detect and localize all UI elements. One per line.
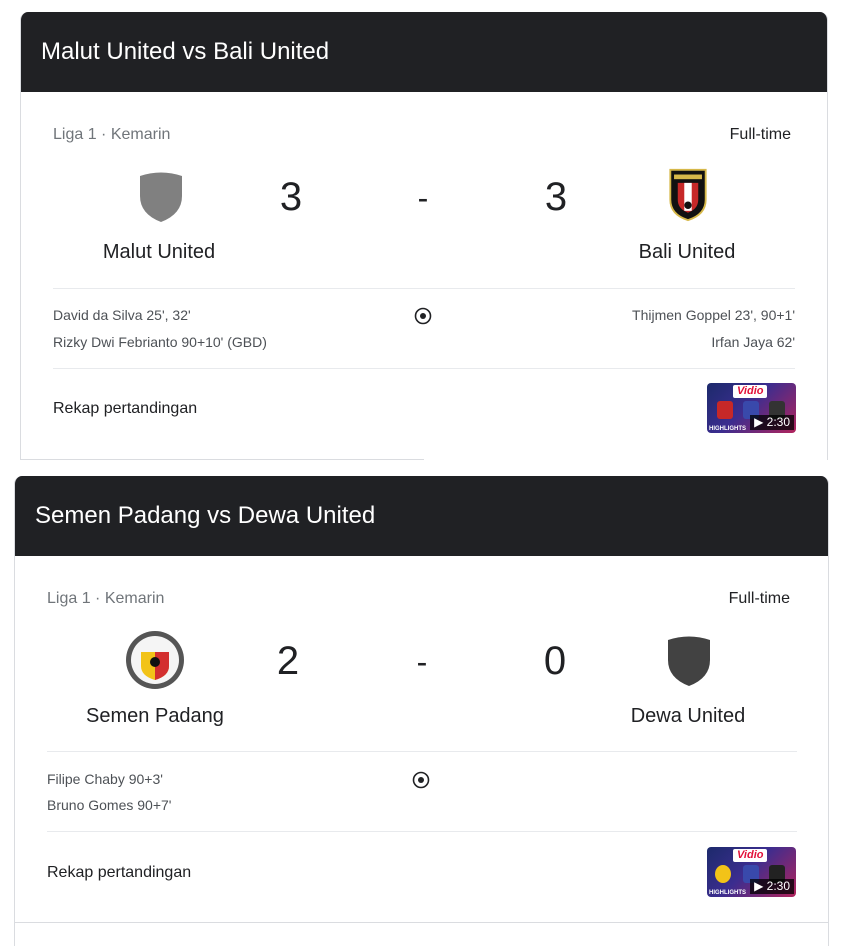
match-status: Full-time — [729, 126, 791, 143]
match-card-malut-bali[interactable]: Malut United vs Bali United Liga 1 · Kem… — [20, 12, 828, 460]
home-scorer: Rizky Dwi Febrianto 90+10' (GBD) — [53, 334, 267, 350]
home-team-name[interactable]: Semen Padang — [75, 705, 235, 728]
malut-united-logo[interactable] — [136, 170, 186, 224]
match-title[interactable]: Malut United vs Bali United — [21, 12, 827, 92]
away-scorer: Irfan Jaya 62' — [711, 334, 795, 350]
home-score: 2 — [276, 639, 300, 683]
away-scorer: Thijmen Goppel 23', 90+1' — [632, 307, 795, 323]
highlights-video-thumbnail[interactable]: Vidio HIGHLIGHTS ▶ 2:30 — [707, 847, 796, 897]
team-crest-icon — [715, 865, 731, 883]
vidio-logo: Vidio — [733, 849, 768, 862]
semen-padang-logo[interactable] — [125, 630, 185, 690]
away-score: 0 — [543, 639, 567, 683]
video-duration: ▶ 2:30 — [750, 879, 794, 894]
team-crest-icon — [717, 401, 733, 419]
divider — [53, 288, 795, 289]
league-date: Liga 1 · Kemarin — [47, 590, 165, 607]
match-card-semen-dewa[interactable]: Semen Padang vs Dewa United Liga 1 · Kem… — [14, 476, 829, 946]
card-bottom-edge — [20, 459, 424, 460]
match-title[interactable]: Semen Padang vs Dewa United — [15, 476, 828, 556]
score-separator: - — [416, 644, 428, 680]
home-score: 3 — [279, 175, 303, 219]
score-separator: - — [417, 180, 429, 216]
highlights-badge: HIGHLIGHTS — [709, 426, 746, 432]
away-score: 3 — [544, 175, 568, 219]
soccer-ball-icon — [414, 307, 432, 325]
home-scorer: David da Silva 25', 32' — [53, 307, 191, 323]
match-status: Full-time — [728, 590, 790, 607]
highlights-badge: HIGHLIGHTS — [709, 890, 746, 896]
home-scorer: Bruno Gomes 90+7' — [47, 797, 172, 813]
card-bottom-divider — [15, 922, 828, 923]
divider — [47, 751, 797, 752]
divider — [47, 831, 797, 832]
highlights-video-thumbnail[interactable]: Vidio HIGHLIGHTS ▶ 2:30 — [707, 383, 796, 433]
away-team-name[interactable]: Bali United — [607, 241, 767, 264]
video-duration: ▶ 2:30 — [750, 415, 794, 430]
home-scorer: Filipe Chaby 90+3' — [47, 771, 163, 787]
home-team-name[interactable]: Malut United — [79, 241, 239, 264]
away-team-name[interactable]: Dewa United — [608, 705, 768, 728]
vidio-logo: Vidio — [733, 385, 768, 398]
soccer-ball-icon — [412, 771, 430, 789]
match-recap-link[interactable]: Rekap pertandingan — [53, 400, 197, 418]
match-recap-link[interactable]: Rekap pertandingan — [47, 864, 191, 882]
divider — [53, 368, 795, 369]
dewa-united-logo[interactable] — [664, 634, 714, 688]
bali-united-logo[interactable] — [663, 168, 713, 222]
league-date: Liga 1 · Kemarin — [53, 126, 171, 143]
